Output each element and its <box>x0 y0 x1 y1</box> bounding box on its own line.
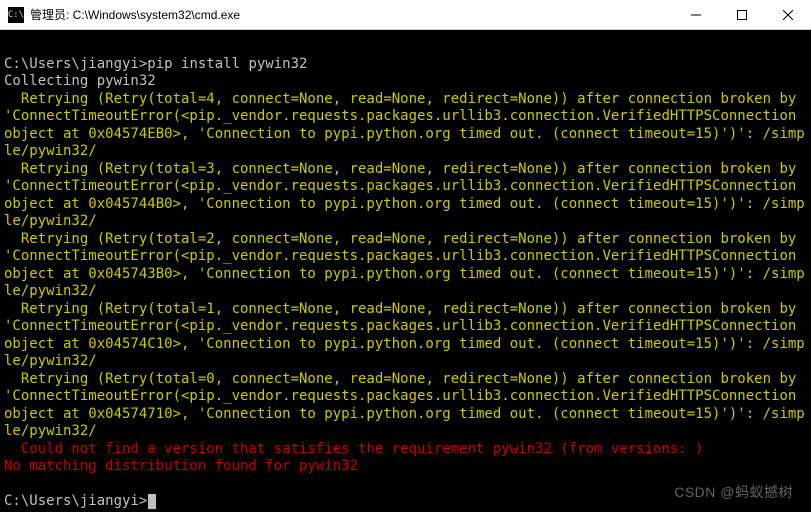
retry-warning: Retrying (Retry(total=3, connect=None, r… <box>4 161 805 230</box>
prompt-path: C:\Users\jiangyi> <box>4 493 147 509</box>
close-button[interactable] <box>765 0 811 29</box>
window-title: 管理员: C:\Windows\system32\cmd.exe <box>30 6 673 23</box>
cursor <box>148 494 156 509</box>
retry-warning: Retrying (Retry(total=0, connect=None, r… <box>4 371 805 440</box>
error-line: No matching distribution found for pywin… <box>4 458 358 474</box>
retry-warning: Retrying (Retry(total=2, connect=None, r… <box>4 231 805 300</box>
command-text: pip install pywin32 <box>147 56 307 72</box>
minimize-button[interactable] <box>673 0 719 29</box>
titlebar: C:\ 管理员: C:\Windows\system32\cmd.exe <box>0 0 811 30</box>
retry-warning: Retrying (Retry(total=1, connect=None, r… <box>4 301 805 370</box>
blank-line <box>4 38 807 56</box>
watermark: CSDN @蚂蚁撼树 <box>674 482 793 502</box>
cmd-icon: C:\ <box>8 7 24 23</box>
maximize-button[interactable] <box>719 0 765 29</box>
retry-warning: Retrying (Retry(total=4, connect=None, r… <box>4 91 805 160</box>
window-controls <box>673 0 811 29</box>
output-line: Collecting pywin32 <box>4 73 156 89</box>
prompt-path: C:\Users\jiangyi> <box>4 56 147 72</box>
error-line: Could not find a version that satisfies … <box>4 441 704 457</box>
terminal-output[interactable]: C:\Users\jiangyi>pip install pywin32 Col… <box>0 30 811 512</box>
